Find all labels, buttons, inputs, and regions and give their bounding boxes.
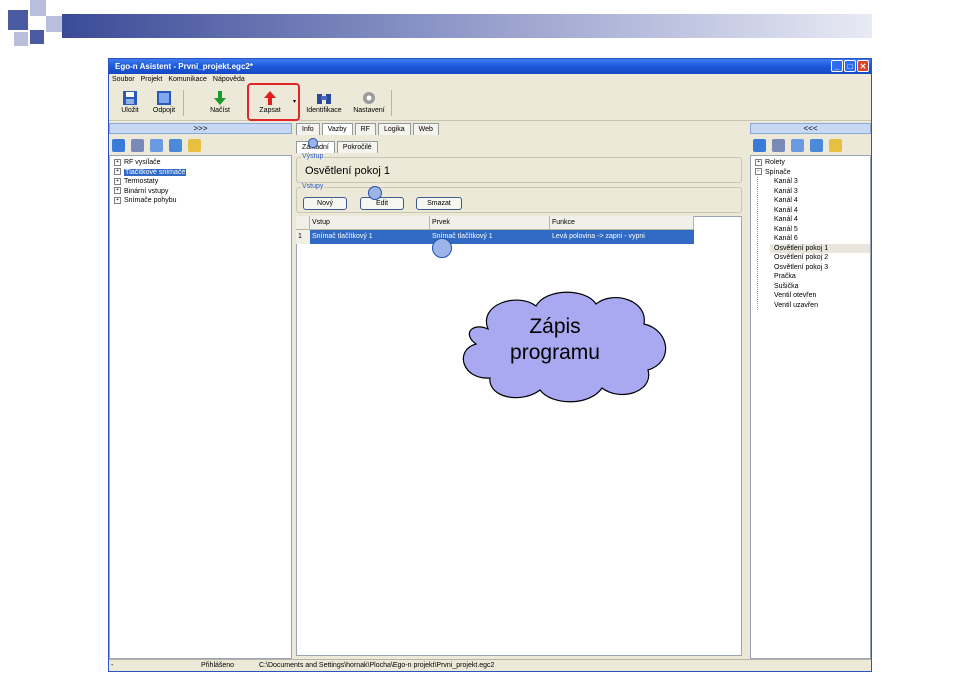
- tree-item[interactable]: − Spínače: [755, 168, 870, 178]
- maximize-button[interactable]: □: [844, 60, 856, 72]
- minimize-button[interactable]: _: [831, 60, 843, 72]
- toolbar-separator: [391, 90, 392, 116]
- delete-button[interactable]: Smazat: [416, 197, 462, 210]
- list-item[interactable]: Kanál 4: [770, 206, 870, 216]
- marker-circle: [308, 138, 318, 148]
- column-header-function[interactable]: Funkce: [550, 216, 694, 230]
- inputs-table: Vstup Prvek Funkce 1 Snímač tlačítkový 1…: [296, 216, 694, 244]
- gear-icon: [363, 92, 375, 104]
- tab-info[interactable]: Info: [296, 123, 320, 135]
- tree-item[interactable]: + RF vysílače: [114, 158, 291, 168]
- list-item[interactable]: Osvětlení pokoj 2: [770, 253, 870, 263]
- toolbar: Uložit Odpojit Načíst Zapsat Identifikac…: [109, 86, 871, 121]
- new-button[interactable]: Nový: [303, 197, 347, 210]
- edit-button[interactable]: Edit: [360, 197, 404, 210]
- add-icon[interactable]: [112, 138, 125, 152]
- disconnect-button[interactable]: Odpojit: [149, 88, 179, 118]
- menu-communication[interactable]: Komunikace: [168, 74, 207, 85]
- arrow-down-icon: [214, 91, 226, 105]
- close-button[interactable]: ✕: [857, 60, 869, 72]
- undo-icon[interactable]: [791, 138, 804, 152]
- save-button[interactable]: Uložit: [115, 88, 145, 118]
- status-login: Přihlášeno: [201, 662, 235, 669]
- column-header-element[interactable]: Prvek: [430, 216, 550, 230]
- menu-file[interactable]: Soubor: [112, 74, 135, 85]
- write-button-highlight: [247, 83, 300, 121]
- list-item[interactable]: Kanál 6: [770, 234, 870, 244]
- tree-item[interactable]: + Termostaty: [114, 177, 291, 187]
- wrench-icon[interactable]: [772, 138, 785, 152]
- list-item[interactable]: Osvětlení pokoj 1: [770, 243, 870, 253]
- column-header-input[interactable]: Vstup: [310, 216, 430, 230]
- load-button[interactable]: Načíst: [205, 88, 235, 118]
- list-item[interactable]: Kanál 3: [770, 187, 870, 197]
- tree-item[interactable]: + Snímače pohybu: [114, 196, 291, 206]
- output-value: Osvětlení pokoj 1: [305, 165, 390, 177]
- tab-advanced[interactable]: Pokročilé: [336, 141, 378, 153]
- list-item[interactable]: Osvětlení pokoj 3: [770, 263, 870, 273]
- list-item[interactable]: Sušička: [770, 282, 870, 292]
- list-item[interactable]: Pračka: [770, 272, 870, 282]
- floppy-icon: [123, 91, 137, 105]
- tree-item[interactable]: + Tlačítkové snímače: [114, 168, 291, 178]
- window-title: Ego-n Asistent - Prvni_projekt.egc2*: [115, 62, 253, 71]
- inputs-label: Vstupy: [301, 183, 325, 190]
- menu-bar: Soubor Projekt Komunikace Nápověda: [109, 74, 871, 85]
- tree-icon[interactable]: [188, 138, 201, 152]
- filter-icon[interactable]: [169, 138, 182, 152]
- title-bar: Ego-n Asistent - Prvni_projekt.egc2* _ □…: [109, 59, 871, 74]
- list-item[interactable]: Ventil uzavřen: [770, 301, 870, 311]
- list-item[interactable]: Kanál 3: [770, 177, 870, 187]
- list-item[interactable]: Kanál 5: [770, 225, 870, 235]
- list-item[interactable]: Ventil otevřen: [770, 291, 870, 301]
- tab-links[interactable]: Vazby: [321, 123, 353, 135]
- tree-icon[interactable]: [829, 138, 842, 152]
- marker-circle: [432, 238, 452, 258]
- wrench-icon[interactable]: [131, 138, 144, 152]
- marker-circle: [368, 186, 382, 200]
- status-left: -: [111, 662, 114, 669]
- tree-item[interactable]: + Binární vstupy: [114, 187, 291, 197]
- filter-icon[interactable]: [810, 138, 823, 152]
- output-label: Výstup: [301, 153, 325, 160]
- tab-logic[interactable]: Logika: [377, 123, 411, 135]
- left-panel-toggle[interactable]: >>>: [109, 123, 292, 134]
- settings-button[interactable]: Nastavení: [351, 88, 387, 118]
- tab-rf[interactable]: RF: [354, 123, 376, 135]
- undo-icon[interactable]: [150, 138, 163, 152]
- right-tree-panel: + Rolety − Spínače Kanál 3 Kanál 3 Kanál 4…: [750, 155, 871, 659]
- table-row[interactable]: 1 Snímač tlačítkový 1 Snímač tlačítkový …: [296, 230, 694, 244]
- add-icon[interactable]: [753, 138, 766, 152]
- tab-web[interactable]: Web: [412, 123, 439, 135]
- right-panel-toolbar: [753, 136, 842, 154]
- inputs-table-area: [296, 216, 742, 656]
- identify-button[interactable]: Identifikace: [305, 88, 343, 118]
- menu-help[interactable]: Nápověda: [213, 74, 245, 85]
- left-panel-toolbar: [112, 136, 201, 154]
- status-path: C:\Documents and Settings\hornak\Plocha\…: [259, 662, 495, 669]
- slide-header-bar: [62, 14, 872, 38]
- binoculars-icon: [317, 94, 331, 104]
- status-bar: - Přihlášeno C:\Documents and Settings\h…: [109, 659, 871, 671]
- right-panel-toggle[interactable]: <<<: [750, 123, 871, 134]
- main-tabs: Info Vazby RF Logika Web: [296, 123, 439, 135]
- list-item[interactable]: Kanál 4: [770, 196, 870, 206]
- toolbar-separator: [183, 90, 184, 116]
- list-item[interactable]: Kanál 4: [770, 215, 870, 225]
- tree-item[interactable]: + Rolety: [755, 158, 870, 168]
- left-tree-panel: + RF vysílače + Tlačítkové snímače + Termos…: [109, 155, 292, 659]
- callout-text: Zápis programu: [510, 315, 600, 364]
- menu-project[interactable]: Projekt: [141, 74, 163, 85]
- disconnect-icon: [157, 91, 171, 105]
